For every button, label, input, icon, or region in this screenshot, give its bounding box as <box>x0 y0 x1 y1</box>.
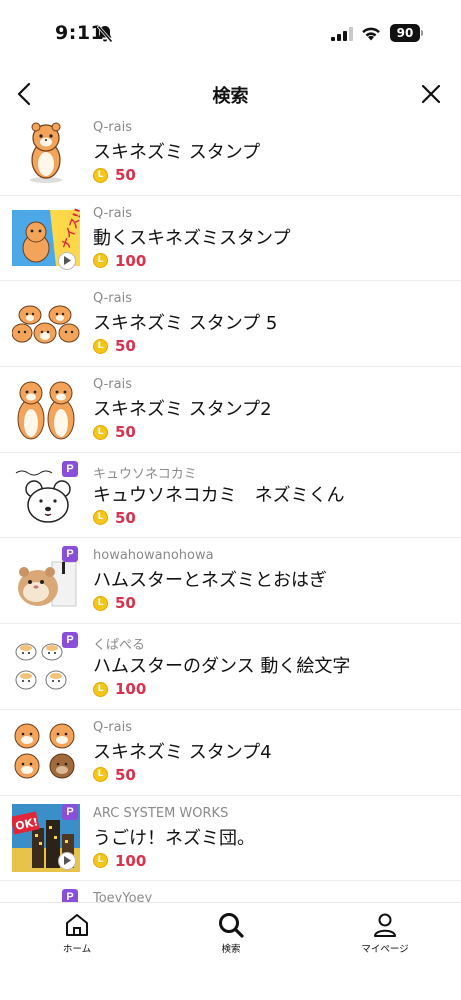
sticker-result-item[interactable]: Q-rais スキネズミ スタンプ 5 L 50 <box>0 281 461 368</box>
price-value: 50 <box>115 166 136 184</box>
close-icon <box>421 84 441 104</box>
cellular-signal-icon <box>331 27 353 41</box>
hamster-pair-sticker-image <box>17 381 75 440</box>
price: L 100 <box>93 680 146 698</box>
price: L 50 <box>93 766 136 784</box>
search-results-list: Q-rais スキネズミ スタンプ L 50 ナイス!! Q-rais 動くスキ… <box>0 110 461 902</box>
bell-off-icon <box>97 25 113 43</box>
coin-icon: L <box>93 595 108 611</box>
battery-indicator: 90 <box>390 24 424 42</box>
coin-icon: L <box>93 510 108 526</box>
tab-my-page[interactable]: マイページ <box>340 911 430 955</box>
sticker-thumbnail <box>12 718 80 786</box>
author-name: Q-rais <box>93 291 132 307</box>
author-name: Q-rais <box>93 377 132 393</box>
tab-label: ホーム <box>62 944 92 955</box>
price-value: 100 <box>115 680 147 699</box>
price: L 50 <box>93 423 136 441</box>
premium-badge: P <box>62 460 78 477</box>
price: L 50 <box>93 166 136 184</box>
sticker-name: うごけ！ネズミ団。 <box>93 827 255 849</box>
hamster-sticker-image <box>30 122 62 183</box>
page-title: 検索 <box>212 86 249 107</box>
price-value: 50 <box>115 423 136 442</box>
author-name: くぱぺる <box>93 638 146 654</box>
price: L 100 <box>93 252 146 270</box>
coin-icon: L <box>93 424 108 440</box>
sticker-name: ハムスターとネズミとおはぎ <box>93 570 327 592</box>
play-icon <box>58 251 76 270</box>
sticker-result-item[interactable]: OK! P ARC SYSTEM WORKS うごけ！ネズミ団。 L 100 <box>0 796 461 882</box>
battery-tip <box>421 30 423 36</box>
bottom-tab-bar: ホーム 検索 マイページ <box>0 902 461 1000</box>
sticker-thumbnail <box>11 289 80 357</box>
tab-label: 検索 <box>221 944 241 955</box>
wifi-icon <box>362 27 380 41</box>
author-name: キュウソネコカミ <box>93 466 197 482</box>
price-value: 100 <box>115 851 147 870</box>
close-button[interactable] <box>415 78 447 110</box>
coin-icon: L <box>93 253 108 269</box>
sticker-result-item[interactable]: P ToeyYoey <box>0 881 461 902</box>
coin-icon: L <box>93 853 108 868</box>
coin-icon: L <box>93 338 108 354</box>
price: L 50 <box>93 594 136 612</box>
sticker-name: ハムスターのダンス 動く絵文字 <box>93 656 351 678</box>
sticker-name: スキネズミ スタンプ <box>93 142 261 163</box>
home-icon <box>66 914 88 936</box>
sticker-result-item[interactable]: Q-rais スキネズミ スタンプ4 L 50 <box>0 710 461 796</box>
price: L 100 <box>93 852 146 870</box>
sticker-thumbnail <box>12 118 80 186</box>
sticker-result-item[interactable]: P くぱぺる ハムスターのダンス 動く絵文字 L 100 <box>0 624 461 710</box>
search-icon <box>219 913 244 938</box>
sticker-name: スキネズミ スタンプ4 <box>93 741 272 763</box>
author-name: Q-rais <box>93 719 132 735</box>
tab-search[interactable]: 検索 <box>186 911 276 955</box>
sticker-result-item[interactable]: P キュウソネコカミ キュウソネコカミ ネズミくん L 50 <box>0 453 461 539</box>
hamster-faces-sticker-image <box>14 723 75 779</box>
coin-icon: L <box>93 167 108 183</box>
tab-label: マイページ <box>361 944 409 955</box>
author-name: ARC SYSTEM WORKS <box>93 805 229 821</box>
coin-icon: L <box>93 681 108 697</box>
status-bar: 9:11 90 <box>0 0 461 68</box>
price: L 50 <box>93 337 136 355</box>
author-name: Q-rais <box>93 120 132 135</box>
sticker-result-item[interactable]: Q-rais スキネズミ スタンプ2 L 50 <box>0 367 461 453</box>
play-icon <box>58 851 76 870</box>
sticker-name: スキネズミ スタンプ 5 <box>93 313 278 335</box>
price-value: 50 <box>115 765 136 784</box>
hamster-group-sticker-image <box>11 305 80 344</box>
tab-home[interactable]: ホーム <box>32 911 122 955</box>
author-name: howahowanohowa <box>93 548 214 564</box>
premium-badge: P <box>62 803 78 820</box>
author-name: ToeyYoey <box>93 891 153 902</box>
battery-level: 90 <box>390 24 420 42</box>
premium-badge: P <box>62 889 78 902</box>
premium-badge: P <box>62 546 78 563</box>
sticker-result-item[interactable]: ナイス!! Q-rais 動くスキネズミスタンプ L 100 <box>0 196 461 282</box>
price-value: 50 <box>115 337 136 356</box>
sticker-thumbnail <box>12 375 80 443</box>
author-name: Q-rais <box>93 205 132 221</box>
sticker-result-item[interactable]: Q-rais スキネズミ スタンプ L 50 <box>0 110 461 196</box>
sticker-name: 動くスキネズミスタンプ <box>93 227 291 249</box>
coin-icon: L <box>93 767 108 783</box>
price-value: 50 <box>115 508 136 527</box>
person-icon <box>374 913 396 937</box>
price-value: 100 <box>115 251 147 270</box>
sticker-result-item[interactable]: P howahowanohowa ハムスターとネズミとおはぎ L 50 <box>0 538 461 625</box>
premium-badge: P <box>62 632 78 649</box>
sticker-name: キュウソネコカミ ネズミくん <box>93 484 345 506</box>
price-value: 50 <box>115 594 136 613</box>
price: L 50 <box>93 509 136 527</box>
sticker-name: スキネズミ スタンプ2 <box>93 399 272 421</box>
